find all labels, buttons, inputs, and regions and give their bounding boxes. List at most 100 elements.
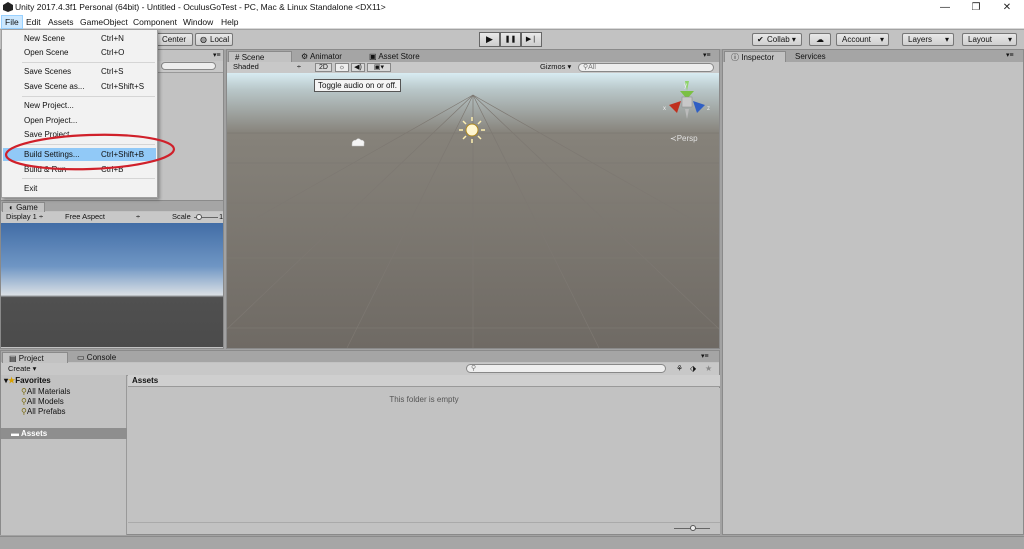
tab-inspector[interactable]: ⓘ Inspector [724, 51, 786, 62]
menu-component[interactable]: Component [130, 16, 180, 28]
assets-breadcrumb[interactable]: Assets [128, 375, 720, 387]
2d-toggle[interactable]: 2D [315, 63, 332, 72]
scene-tabbar: # Scene ⚙ Animator ▣ Asset Store ▾≡ [227, 50, 719, 62]
menu-separator [22, 96, 155, 97]
filter-type-icon[interactable]: ⚘ [676, 364, 683, 374]
menu-file[interactable]: File [1, 15, 23, 29]
orientation-gizmo[interactable]: y x z [663, 79, 713, 125]
pivot-local-button[interactable]: ◍ Local [195, 33, 233, 46]
menu-item-exit[interactable]: Exit [3, 182, 156, 195]
menu-item-shortcut: Ctrl+N [101, 34, 124, 43]
aspect-dropdown[interactable]: Free Aspect ÷ [65, 212, 140, 222]
menu-edit[interactable]: Edit [23, 16, 44, 28]
account-label: Account [842, 35, 871, 44]
red-ellipse-annotation [4, 133, 176, 171]
menu-item-open-project[interactable]: Open Project... [3, 114, 156, 127]
updown-arrow-icon: ÷ [38, 212, 44, 221]
pause-button[interactable]: ❚❚ [500, 32, 521, 47]
cloud-button[interactable]: ☁ [809, 33, 831, 46]
menu-window[interactable]: Window [180, 16, 216, 28]
project-search-input[interactable]: ⚲ [466, 364, 666, 373]
panel-menu-icon[interactable]: ▾≡ [703, 51, 711, 59]
step-button[interactable]: ▶❘ [521, 32, 542, 47]
pivot-center-button[interactable]: Center [153, 33, 193, 46]
minimize-button[interactable]: — [930, 0, 960, 15]
check-icon: ✔ [757, 35, 764, 44]
close-button[interactable]: ✕ [992, 0, 1022, 15]
project-tabbar: ▤ Project ▭ Console ▾≡ [1, 351, 719, 363]
projection-text: Persp [676, 134, 698, 143]
collab-button[interactable]: ✔ Collab ▾ [752, 33, 802, 46]
projection-label[interactable]: ≺Persp [670, 134, 698, 143]
gizmo-y-label: y [684, 83, 687, 89]
console-icon: ▭ [77, 353, 85, 362]
image-icon: ▣▾ [373, 64, 385, 71]
audio-tooltip: Toggle audio on or off. [314, 79, 402, 92]
shading-dropdown[interactable]: Shaded ÷ [233, 62, 301, 72]
audio-toggle[interactable]: ◀) [351, 63, 365, 72]
tab-services[interactable]: Services [789, 51, 832, 62]
icon-size-slider-thumb[interactable] [690, 525, 696, 531]
scale-value: 1 [219, 212, 224, 221]
shading-label: Shaded [233, 62, 259, 71]
layers-dropdown[interactable]: Layers ▾ [902, 33, 954, 46]
tab-console[interactable]: ▭ Console [71, 352, 122, 363]
panel-menu-icon[interactable]: ▾≡ [213, 51, 221, 59]
persp-icon: ≺ [670, 134, 677, 143]
favorite-all-prefabs[interactable]: ⚲All Prefabs [21, 407, 66, 416]
maximize-button[interactable]: ❐ [961, 0, 991, 15]
scene-viewport[interactable]: Toggle audio on or off. y x z ≺Persp [227, 73, 719, 348]
favorite-label: All Materials [26, 387, 71, 396]
menu-item-save-scenes[interactable]: Save Scenes Ctrl+S [3, 65, 156, 78]
lighting-toggle[interactable]: ☼ [335, 63, 349, 72]
menu-item-label: New Project... [24, 101, 74, 110]
tab-scene[interactable]: # Scene [228, 51, 292, 62]
create-dropdown[interactable]: Create ▾ [8, 364, 36, 374]
menu-item-shortcut: Ctrl+Shift+S [101, 82, 145, 91]
gizmos-dropdown[interactable]: Gizmos ▾ [540, 62, 571, 72]
menu-item-save-scene-as[interactable]: Save Scene as... Ctrl+Shift+S [3, 80, 156, 93]
layout-dropdown[interactable]: Layout ▾ [962, 33, 1017, 46]
menu-gameobject[interactable]: GameObject [77, 16, 131, 28]
menu-assets[interactable]: Assets [45, 16, 77, 28]
scene-search-input[interactable]: ⚲All [578, 63, 714, 72]
inspector-panel: ⓘ Inspector Services ▾≡ [722, 49, 1024, 535]
gizmo-x-label: x [663, 106, 666, 112]
filter-label-icon[interactable]: ⬗ [690, 364, 696, 374]
layers-label: Layers [908, 35, 933, 44]
hierarchy-search-input[interactable] [161, 62, 216, 70]
camera-icon[interactable] [350, 137, 366, 149]
effects-dropdown[interactable]: ▣▾ [367, 63, 391, 72]
menu-item-new-scene[interactable]: New Scene Ctrl+N [3, 32, 156, 45]
directional-light-icon[interactable] [458, 116, 486, 144]
game-viewport[interactable] [1, 223, 223, 347]
title-bar: Unity 2017.4.3f1 Personal (64bit) - Unti… [0, 0, 1024, 15]
menu-help[interactable]: Help [218, 16, 241, 28]
panel-menu-icon[interactable]: ▾≡ [701, 352, 709, 360]
gamepad-icon: ◐ [9, 203, 14, 212]
favorite-all-materials[interactable]: ⚲All Materials [21, 387, 70, 396]
favorite-all-models[interactable]: ⚲All Models [21, 397, 64, 406]
scale-slider-thumb[interactable] [196, 214, 202, 220]
display-dropdown[interactable]: Display 1 ÷ [6, 212, 43, 222]
updown-arrow-icon: ÷ [296, 62, 301, 71]
tab-animator[interactable]: ⚙ Animator [295, 51, 348, 62]
tab-project[interactable]: ▤ Project [2, 352, 68, 363]
scale-label: Scale [172, 212, 191, 221]
dropdown-arrow-icon: ▾ [1007, 35, 1012, 44]
tab-game[interactable]: ◐ Game [2, 202, 45, 212]
empty-folder-message: This folder is empty [128, 388, 720, 522]
assets-root-node[interactable]: ▬ Assets [1, 428, 127, 439]
play-button[interactable]: ▶ [479, 32, 500, 47]
star-icon[interactable]: ★ [705, 364, 712, 374]
menu-item-new-project[interactable]: New Project... [3, 99, 156, 112]
menu-item-shortcut: Ctrl+S [101, 67, 124, 76]
tab-asset-store[interactable]: ▣ Asset Store [363, 51, 426, 62]
menu-item-open-scene[interactable]: Open Scene Ctrl+O [3, 46, 156, 59]
account-dropdown[interactable]: Account ▾ [836, 33, 889, 46]
favorite-label: All Prefabs [26, 407, 66, 416]
favorites-node[interactable]: ▾★Favorites [4, 376, 51, 385]
menu-item-shortcut: Ctrl+O [101, 48, 125, 57]
unity-logo-icon [3, 2, 13, 12]
panel-menu-icon[interactable]: ▾≡ [1006, 51, 1014, 59]
